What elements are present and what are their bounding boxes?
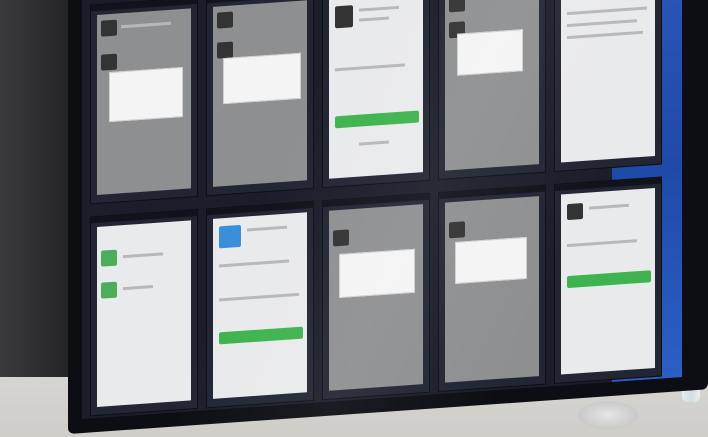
app-icon <box>217 41 233 59</box>
text-line <box>359 140 389 146</box>
text-line <box>359 5 399 12</box>
dialog-box[interactable] <box>457 29 523 76</box>
phone-window[interactable] <box>438 184 546 393</box>
phone-screen[interactable] <box>213 212 307 399</box>
dialog-box[interactable] <box>455 236 527 284</box>
phone-screen[interactable] <box>97 8 191 195</box>
app-icon <box>449 0 465 13</box>
phone-window[interactable] <box>554 0 662 173</box>
phone-screen[interactable] <box>561 187 655 375</box>
phone-screen[interactable] <box>213 0 307 187</box>
phone-window[interactable] <box>90 208 198 417</box>
text-line <box>567 239 637 248</box>
green-action-button[interactable] <box>567 270 651 289</box>
dialog-box[interactable] <box>223 52 301 105</box>
phone-screen[interactable] <box>445 0 539 171</box>
avatar <box>335 5 353 29</box>
phone-screen[interactable] <box>329 204 423 391</box>
text-line <box>219 259 289 268</box>
phone-window[interactable] <box>438 0 546 181</box>
desk-object <box>578 401 638 429</box>
phone-window[interactable] <box>206 200 314 409</box>
phone-mirror-grid <box>90 0 662 417</box>
app-icon <box>219 224 241 249</box>
app-icon <box>101 281 117 299</box>
phone-screen[interactable] <box>445 196 539 383</box>
phone-window[interactable] <box>90 0 198 205</box>
text-line <box>567 30 643 40</box>
dialog-box[interactable] <box>339 248 415 299</box>
phone-window[interactable] <box>554 176 662 385</box>
monitor-screen <box>82 0 682 420</box>
text-line <box>335 63 405 72</box>
text-line <box>359 16 389 22</box>
app-icon <box>217 11 233 29</box>
app-icon <box>567 202 583 221</box>
text-line <box>123 285 153 291</box>
text-line <box>247 225 287 232</box>
phone-screen[interactable] <box>329 0 423 179</box>
phone-window[interactable] <box>322 192 430 401</box>
app-icon <box>449 221 465 239</box>
green-action-button[interactable] <box>219 326 303 345</box>
phone-window[interactable] <box>322 0 430 189</box>
phone-screen[interactable] <box>561 0 655 163</box>
dialog-box[interactable] <box>109 66 183 123</box>
phone-window[interactable] <box>206 0 314 197</box>
text-line <box>589 203 629 210</box>
phone-screen[interactable] <box>97 220 191 407</box>
text-line <box>567 19 637 28</box>
text-line <box>123 252 163 259</box>
app-icon <box>333 229 349 247</box>
green-action-button[interactable] <box>335 110 419 129</box>
monitor <box>68 0 708 435</box>
text-line <box>121 21 171 29</box>
text-line <box>567 6 647 16</box>
app-icon <box>101 19 117 37</box>
app-icon <box>101 249 117 267</box>
text-line <box>219 292 299 302</box>
app-icon <box>101 53 117 71</box>
